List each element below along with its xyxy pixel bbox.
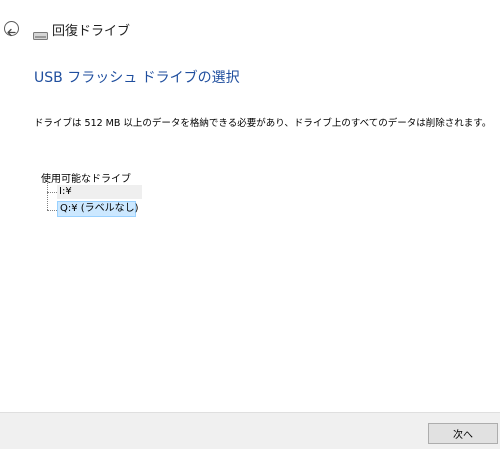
tree-connector [47,183,48,210]
next-button[interactable]: 次へ [428,423,498,444]
available-drives-label: 使用可能なドライブ [41,174,131,185]
title-bar: 回復ドライブ [0,0,500,48]
drive-item-label: Q:¥ (ラベルなし) [60,203,139,214]
drive-item-label: I:¥ [59,186,72,197]
back-button[interactable] [4,21,19,37]
description-text: ドライブは 512 MB 以上のデータを格納できる必要があり、ドライブ上のすべて… [34,118,492,129]
drive-icon [33,25,48,40]
drive-item-i[interactable]: I:¥ [57,185,142,199]
window-title: 回復ドライブ [52,24,131,39]
page-heading: USB フラッシュ ドライブの選択 [34,70,240,86]
tree-connector [47,192,57,193]
tree-connector [47,210,57,211]
back-arrow-icon [6,23,17,37]
footer-bar: 次へ [0,412,500,449]
drive-item-q-selected[interactable]: Q:¥ (ラベルなし) [57,201,139,217]
